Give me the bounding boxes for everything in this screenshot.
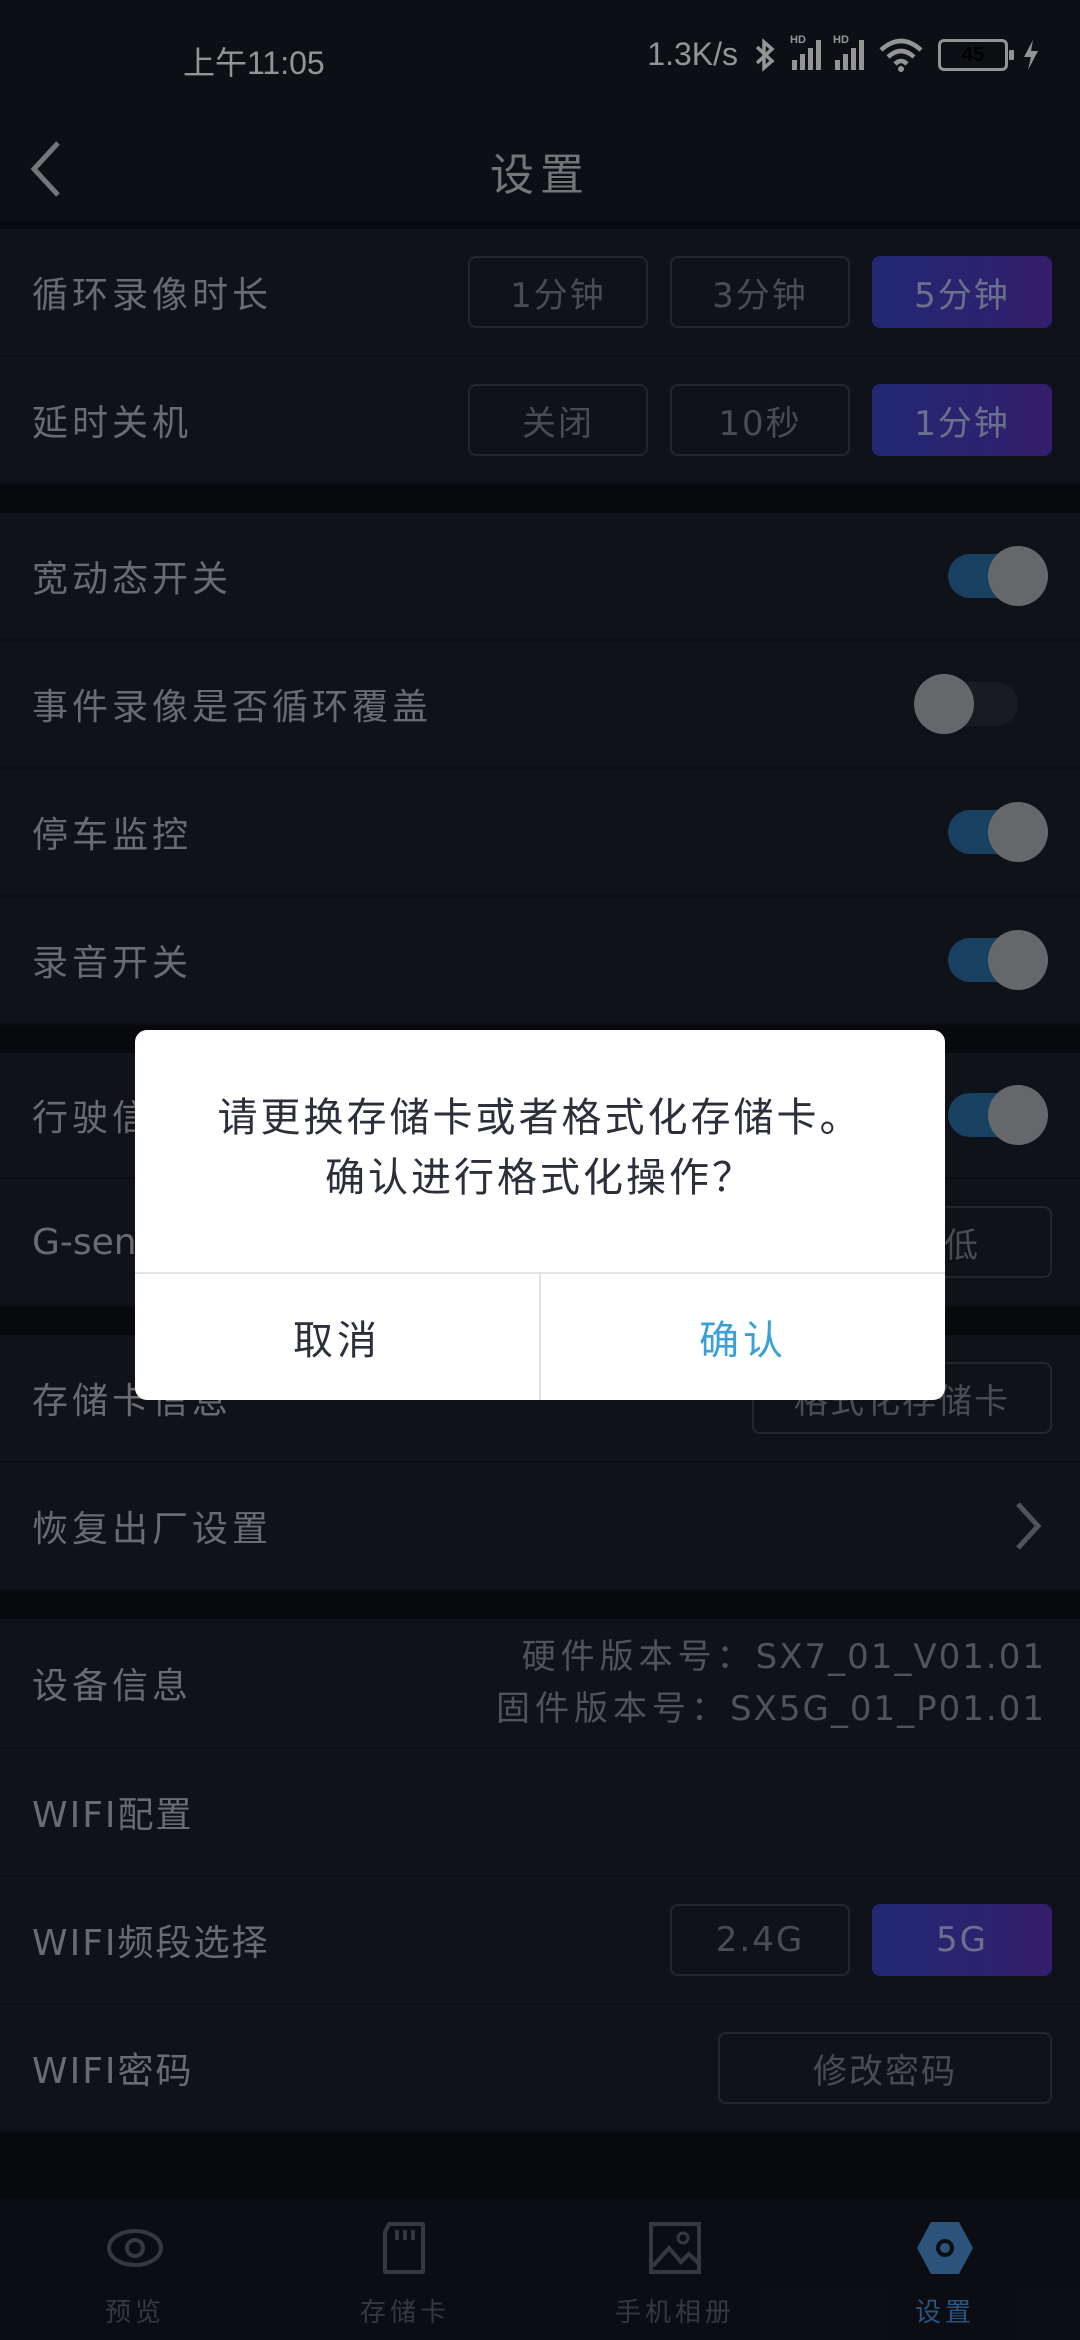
- dialog-line-1: 请更换存储卡或者格式化存储卡。: [217, 1095, 863, 1141]
- dialog-cancel-button[interactable]: 取消: [135, 1274, 541, 1400]
- dialog-confirm-button[interactable]: 确认: [541, 1274, 945, 1400]
- dialog-line-2: 确认进行格式化操作？: [325, 1155, 755, 1201]
- dialog-buttons: 取消 确认: [135, 1272, 945, 1400]
- dialog-message: 请更换存储卡或者格式化存储卡。 确认进行格式化操作？: [135, 1088, 945, 1208]
- format-dialog: 请更换存储卡或者格式化存储卡。 确认进行格式化操作？ 取消 确认: [135, 1030, 945, 1400]
